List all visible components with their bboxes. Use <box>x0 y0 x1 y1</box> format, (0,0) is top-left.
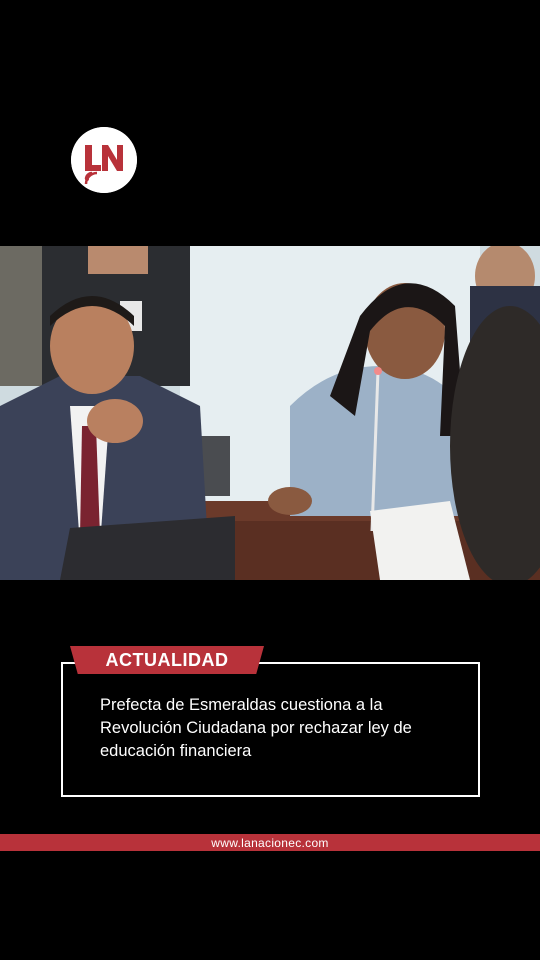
video-frame[interactable] <box>0 246 540 580</box>
video-still-image <box>0 246 540 580</box>
category-tag: ACTUALIDAD <box>70 646 264 674</box>
brand-logo <box>71 127 137 193</box>
headline-text: Prefecta de Esmeraldas cuestiona a la Re… <box>100 696 412 760</box>
website-url[interactable]: www.lanacionec.com <box>211 836 328 850</box>
ln-logo-icon <box>71 127 137 193</box>
category-label: ACTUALIDAD <box>105 649 229 670</box>
url-band: www.lanacionec.com <box>0 834 540 851</box>
